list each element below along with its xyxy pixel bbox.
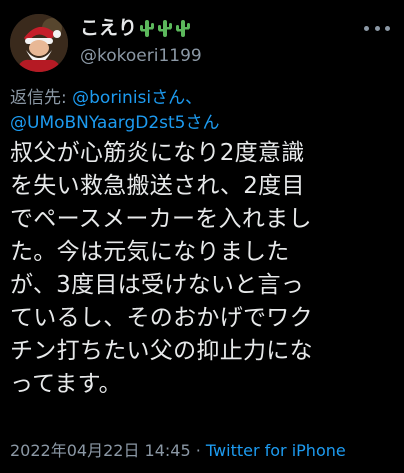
more-dot bbox=[364, 25, 369, 31]
tweet-meta: 2022年04月22日 14:45 · Twitter for iPhone bbox=[10, 437, 346, 461]
reply-mention-link[interactable]: @borinisiさん、 bbox=[72, 88, 202, 108]
cactus-icon bbox=[158, 20, 173, 37]
santa-avatar-image bbox=[10, 14, 68, 72]
meta-separator: · bbox=[190, 441, 206, 460]
tweet-source-link[interactable]: Twitter for iPhone bbox=[206, 441, 346, 460]
display-name[interactable]: こえり bbox=[80, 16, 202, 40]
cactus-icon bbox=[140, 20, 155, 37]
more-dot bbox=[374, 25, 380, 31]
more-options-icon[interactable] bbox=[364, 20, 390, 36]
reply-to-line: 返信先: @borinisiさん、 @UMoBNYaargD2st5さん bbox=[10, 86, 394, 136]
reply-mention-link[interactable]: @UMoBNYaargD2st5さん bbox=[10, 113, 220, 133]
user-names: こえり @kokoeri1199 bbox=[80, 16, 202, 66]
cactus-icon bbox=[176, 20, 191, 37]
reply-prefix: 返信先: bbox=[10, 88, 73, 108]
tweet-header: こえり @kokoeri1199 bbox=[10, 10, 394, 74]
display-name-text: こえり bbox=[80, 17, 138, 39]
tweet-text: 叔父が心筋炎になり2度意識 を失い救急搬送され、2度目 でペースメーカーを入れま… bbox=[10, 140, 313, 397]
tweet-timestamp[interactable]: 2022年04月22日 14:45 bbox=[10, 441, 191, 460]
avatar[interactable] bbox=[10, 14, 68, 72]
user-handle[interactable]: @kokoeri1199 bbox=[80, 46, 202, 66]
more-dot bbox=[385, 25, 390, 31]
